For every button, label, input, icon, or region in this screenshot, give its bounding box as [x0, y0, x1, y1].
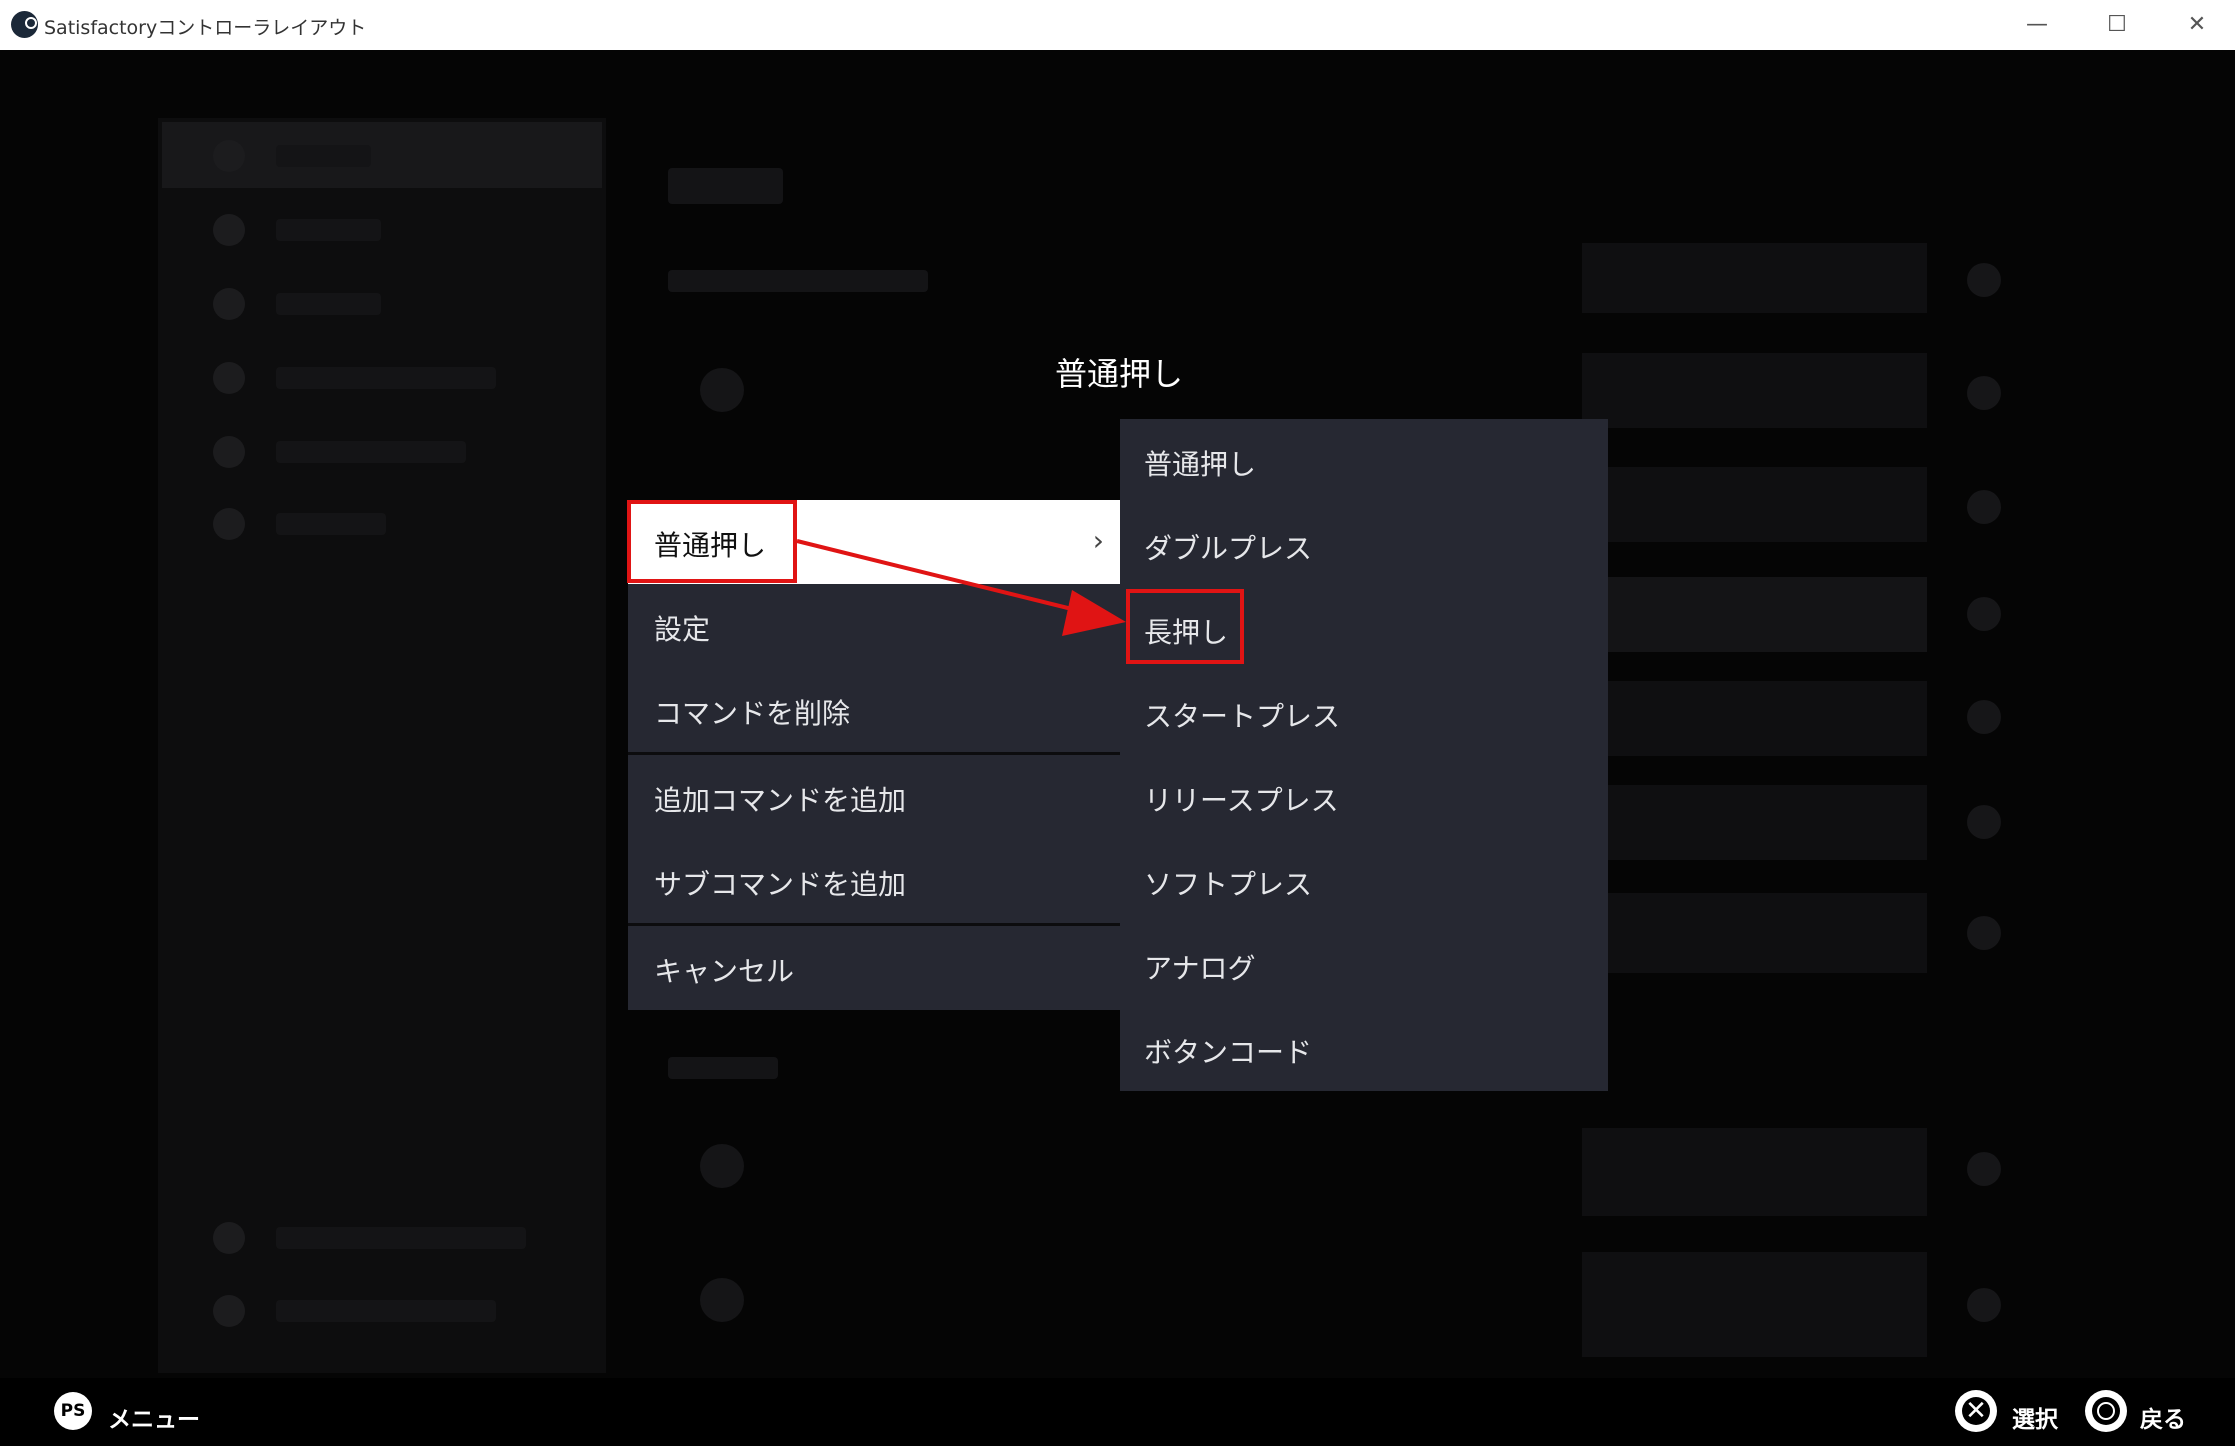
playstation-logo-icon: PS — [54, 1392, 92, 1430]
controller-hint-bar: PS メニュー ✕ 選択 戻る — [0, 1378, 2235, 1446]
back-hint-label[interactable]: 戻る — [2140, 1400, 2186, 1434]
cross-button-icon: ✕ — [1955, 1390, 1997, 1432]
annotation-arrow-icon — [796, 539, 1126, 636]
select-hint-label[interactable]: 選択 — [2012, 1400, 2058, 1434]
circle-button-icon — [2085, 1390, 2127, 1432]
menu-hint-label[interactable]: メニュー — [108, 1400, 200, 1434]
